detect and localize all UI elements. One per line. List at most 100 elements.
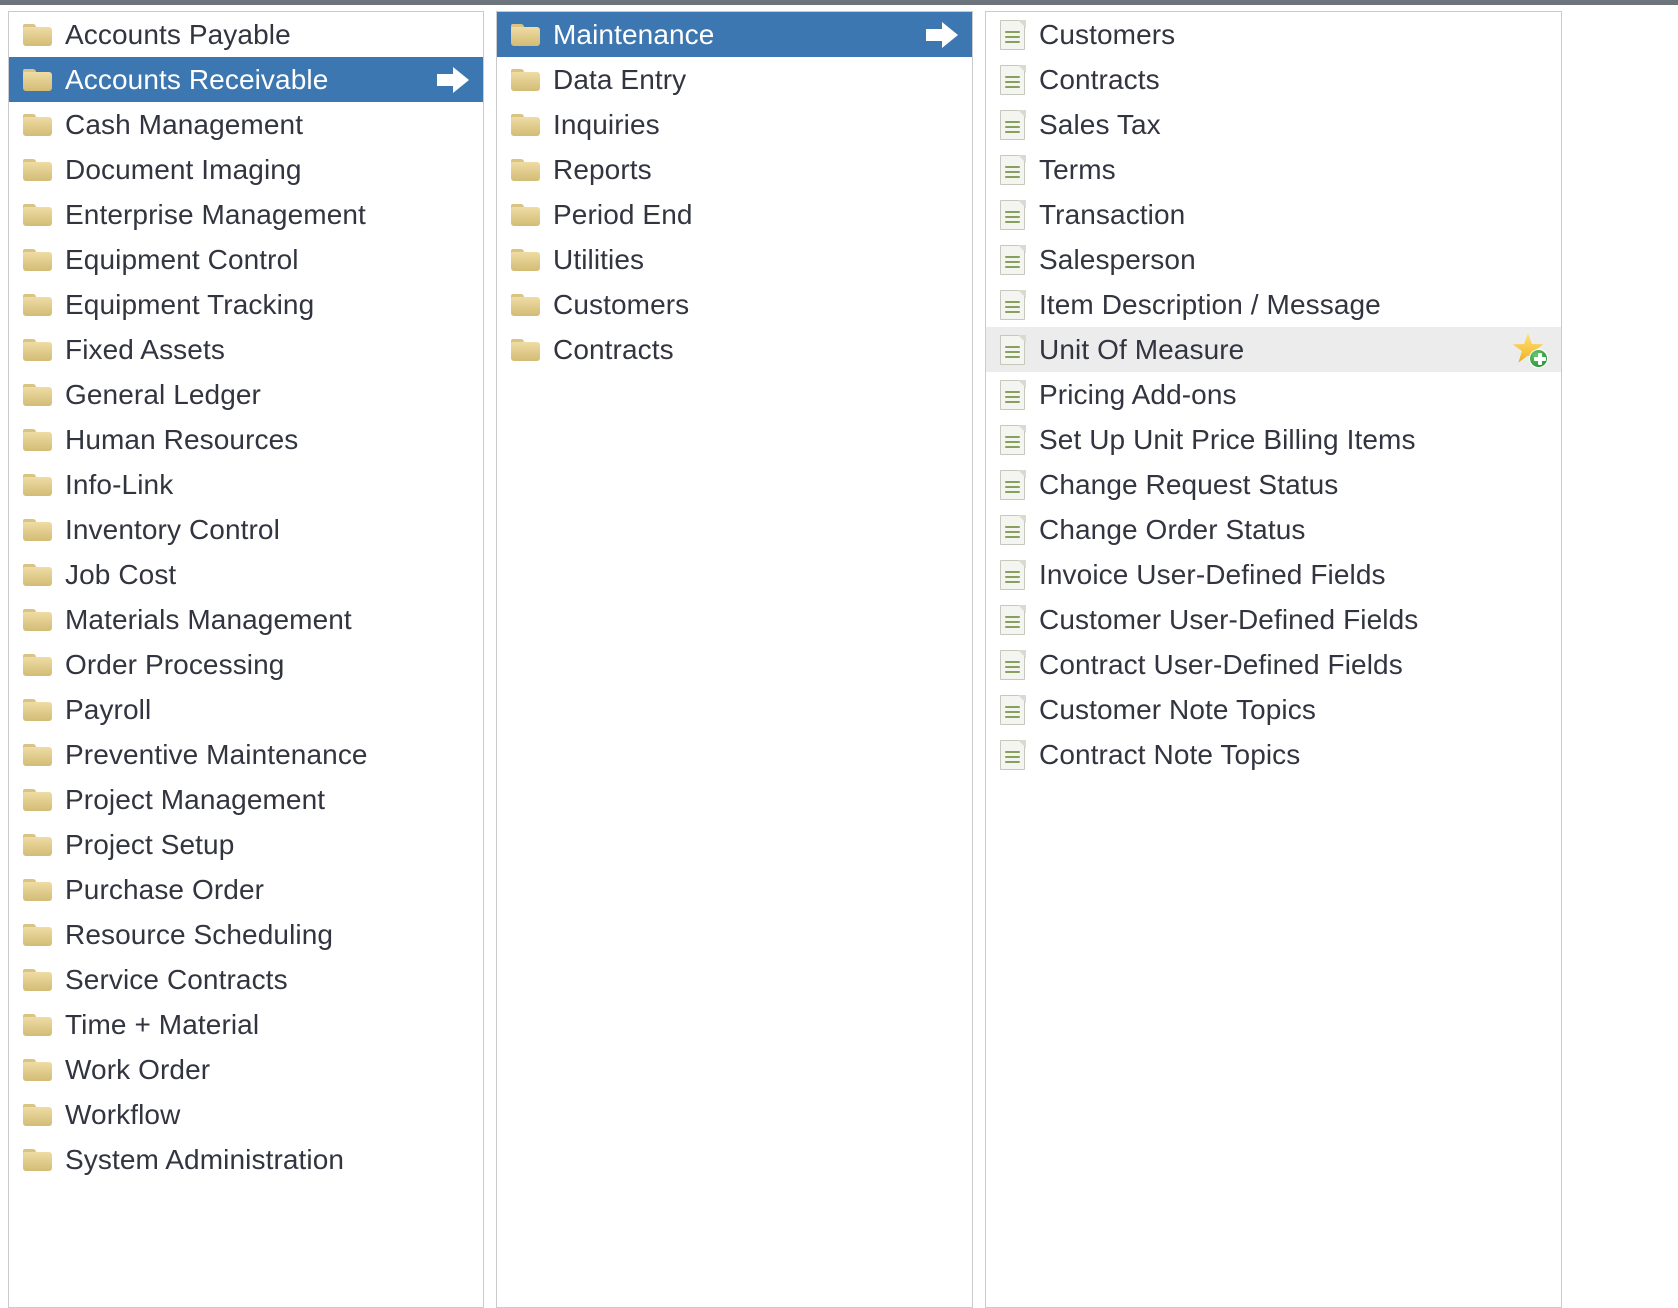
list-item-label: Human Resources [65, 424, 299, 455]
folder-list-item[interactable]: Payroll [9, 687, 483, 732]
folder-list-item[interactable]: Fixed Assets [9, 327, 483, 372]
folder-icon [23, 1103, 53, 1127]
folder-list-item[interactable]: Reports [497, 147, 972, 192]
list-item-label: Order Processing [65, 649, 285, 680]
task-list-item[interactable]: Set Up Unit Price Billing Items [986, 417, 1561, 462]
folder-list-item[interactable]: Inventory Control [9, 507, 483, 552]
folder-icon [23, 428, 53, 452]
folder-icon [511, 23, 541, 47]
folder-list-item[interactable]: Service Contracts [9, 957, 483, 1002]
document-icon [1000, 694, 1026, 725]
list-item-label: General Ledger [65, 379, 261, 410]
task-list-item[interactable]: Contract Note Topics [986, 732, 1561, 777]
list-item-label: Set Up Unit Price Billing Items [1039, 424, 1416, 455]
task-list-item[interactable]: Pricing Add-ons [986, 372, 1561, 417]
list-item-label: Equipment Tracking [65, 289, 315, 320]
add-favorite-star-icon[interactable] [1511, 331, 1549, 369]
folder-icon [23, 653, 53, 677]
document-icon [1000, 559, 1026, 590]
list-item-label: Preventive Maintenance [65, 739, 368, 770]
folder-list-item[interactable]: Period End [497, 192, 972, 237]
folder-list-item[interactable]: Project Management [9, 777, 483, 822]
folder-list-item[interactable]: Contracts [497, 327, 972, 372]
task-list-item[interactable]: Contract User-Defined Fields [986, 642, 1561, 687]
list-item-label: Customer Note Topics [1039, 694, 1316, 725]
folder-list-item[interactable]: Utilities [497, 237, 972, 282]
list-item-label: Time + Material [65, 1009, 260, 1040]
folder-list-item[interactable]: Inquiries [497, 102, 972, 147]
folder-icon [511, 158, 541, 182]
list-item-label: Accounts Receivable [65, 64, 329, 95]
folder-list-item[interactable]: Cash Management [9, 102, 483, 147]
modules-panel: Accounts Payable Accounts Receivable Cash … [8, 11, 484, 1308]
folder-list-item[interactable]: Customers [497, 282, 972, 327]
task-list-item[interactable]: Customer User-Defined Fields [986, 597, 1561, 642]
task-list-item[interactable]: Invoice User-Defined Fields [986, 552, 1561, 597]
folder-icon [23, 923, 53, 947]
three-pane-navigator: Accounts Payable Accounts Receivable Cash … [0, 11, 1678, 1308]
document-icon [1000, 424, 1026, 455]
folder-icon [23, 743, 53, 767]
list-item-label: Customer User-Defined Fields [1039, 604, 1419, 635]
folder-list-item[interactable]: Order Processing [9, 642, 483, 687]
list-item-label: Document Imaging [65, 154, 302, 185]
list-item-label: Reports [553, 154, 652, 185]
list-item-label: Inquiries [553, 109, 660, 140]
task-list-item[interactable]: Contracts [986, 57, 1561, 102]
folder-icon [23, 203, 53, 227]
arrow-right-icon [926, 20, 960, 50]
task-list-item[interactable]: Terms [986, 147, 1561, 192]
folder-icon [23, 158, 53, 182]
folder-list-item[interactable]: Workflow [9, 1092, 483, 1137]
folder-list-item[interactable]: Work Order [9, 1047, 483, 1092]
folder-list-item[interactable]: Accounts Receivable [9, 57, 483, 102]
task-list-item[interactable]: Change Request Status [986, 462, 1561, 507]
document-icon [1000, 154, 1026, 185]
folder-list-item[interactable]: Project Setup [9, 822, 483, 867]
arrow-right-icon [437, 65, 471, 95]
folder-list-item[interactable]: Document Imaging [9, 147, 483, 192]
list-item-label: Equipment Control [65, 244, 299, 275]
folder-list-item[interactable]: Job Cost [9, 552, 483, 597]
folder-list-item[interactable]: Purchase Order [9, 867, 483, 912]
folder-list-item[interactable]: Materials Management [9, 597, 483, 642]
task-list-item[interactable]: Transaction [986, 192, 1561, 237]
list-item-label: System Administration [65, 1144, 345, 1175]
document-icon [1000, 739, 1026, 770]
task-list-item[interactable]: Unit Of Measure [986, 327, 1561, 372]
task-list-item[interactable]: Salesperson [986, 237, 1561, 282]
folder-icon [23, 608, 53, 632]
task-list-item[interactable]: Customers [986, 12, 1561, 57]
list-item-label: Fixed Assets [65, 334, 225, 365]
folder-list-item[interactable]: Preventive Maintenance [9, 732, 483, 777]
task-list-item[interactable]: Sales Tax [986, 102, 1561, 147]
folder-list-item[interactable]: Resource Scheduling [9, 912, 483, 957]
folder-list-item[interactable]: Maintenance [497, 12, 972, 57]
folder-icon [23, 113, 53, 137]
task-list-item[interactable]: Change Order Status [986, 507, 1561, 552]
folder-list-item[interactable]: Time + Material [9, 1002, 483, 1047]
task-list-item[interactable]: Item Description / Message [986, 282, 1561, 327]
folder-icon [511, 338, 541, 362]
list-item-label: Project Setup [65, 829, 235, 860]
folder-list-item[interactable]: Info-Link [9, 462, 483, 507]
list-item-label: Purchase Order [65, 874, 265, 905]
folder-icon [511, 68, 541, 92]
folder-list-item[interactable]: Data Entry [497, 57, 972, 102]
folder-list-item[interactable]: Human Resources [9, 417, 483, 462]
list-item-label: Inventory Control [65, 514, 280, 545]
list-item-label: Period End [553, 199, 693, 230]
document-icon [1000, 469, 1026, 500]
folder-list-item[interactable]: General Ledger [9, 372, 483, 417]
folder-list-item[interactable]: Enterprise Management [9, 192, 483, 237]
folder-icon [23, 383, 53, 407]
folder-list-item[interactable]: Accounts Payable [9, 12, 483, 57]
folder-list-item[interactable]: System Administration [9, 1137, 483, 1182]
task-list-item[interactable]: Customer Note Topics [986, 687, 1561, 732]
list-item-label: Salesperson [1039, 244, 1196, 275]
folder-list-item[interactable]: Equipment Tracking [9, 282, 483, 327]
list-item-label: Invoice User-Defined Fields [1039, 559, 1386, 590]
folder-list-item[interactable]: Equipment Control [9, 237, 483, 282]
list-item-label: Project Management [65, 784, 326, 815]
folder-icon [511, 248, 541, 272]
